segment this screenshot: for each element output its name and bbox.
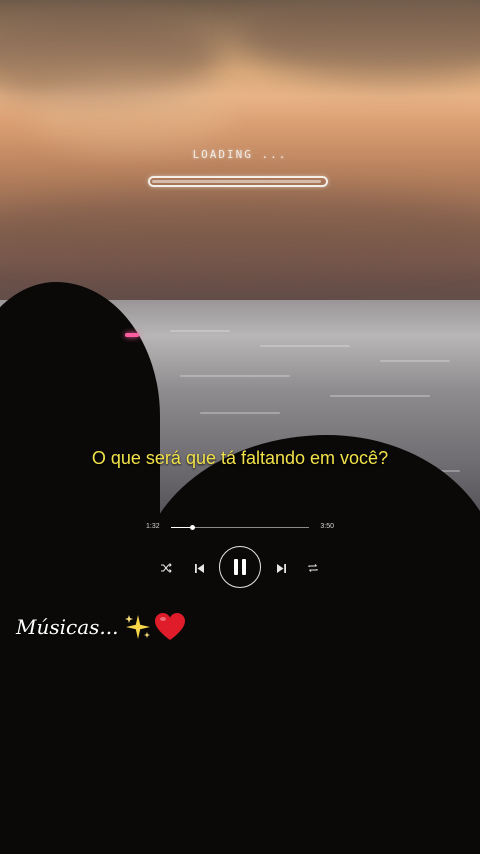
loading-label: LOADING ... [192,148,288,161]
cloud [0,190,480,270]
red-heart-icon [155,613,186,640]
previous-icon [194,563,204,573]
sparkles-icon [125,615,151,639]
wave [330,395,430,397]
wave [180,375,290,377]
seek-bar[interactable] [171,525,309,530]
seek-knob[interactable] [189,525,195,530]
wave [200,412,280,414]
music-player: 1:32 3:50 [140,518,340,598]
loading-progress-fill [152,180,321,183]
next-button[interactable] [273,560,289,576]
background-scene [0,0,480,854]
pause-button[interactable] [219,546,261,588]
repeat-icon [308,564,318,572]
lyric-line: O que será que tá faltando em você? [91,448,389,468]
cloud [30,80,230,150]
foreground-shadow [0,560,480,854]
repeat-button[interactable] [305,560,321,576]
current-time: 1:32 [146,523,160,530]
wave [380,360,450,362]
shuffle-button[interactable] [158,560,174,576]
caption-text: Músicas... [16,615,119,639]
seek-bar-fill [171,527,192,528]
wave [170,330,230,332]
previous-button[interactable] [191,560,207,576]
caption: Músicas... [16,612,186,642]
shuffle-icon [161,563,172,573]
loading-progress-bar [148,176,328,187]
next-icon [276,563,286,573]
accent-dot [125,333,139,337]
pause-icon [234,559,246,575]
total-time: 3:50 [320,523,334,530]
wave [260,345,350,347]
